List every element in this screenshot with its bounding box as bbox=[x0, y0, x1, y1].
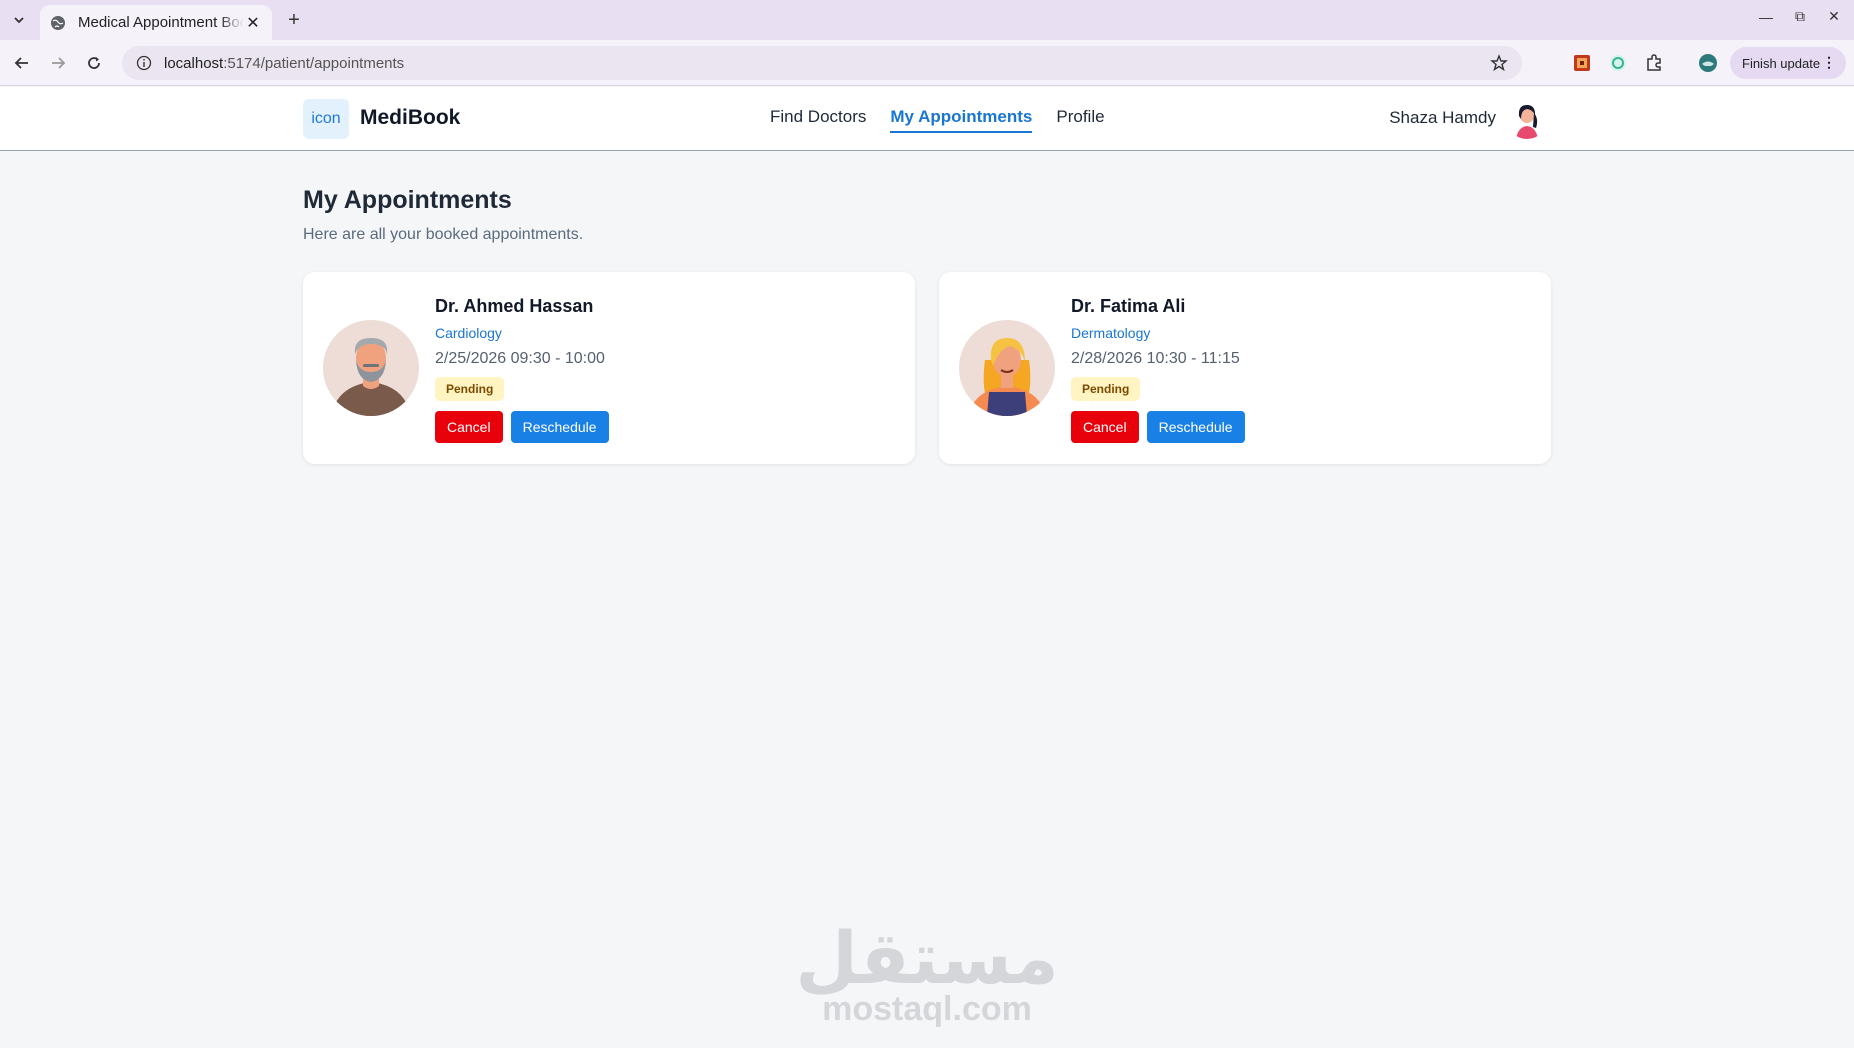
logo-icon[interactable]: icon bbox=[303, 99, 349, 139]
tab-title: Medical Appointment Booking bbox=[78, 14, 244, 31]
extension-icon[interactable] bbox=[1608, 53, 1628, 73]
nav-find-doctors[interactable]: Find Doctors bbox=[770, 107, 866, 133]
reschedule-button[interactable]: Reschedule bbox=[510, 411, 609, 443]
user-name: Shaza Hamdy bbox=[1389, 108, 1496, 127]
extension-icon[interactable] bbox=[1644, 53, 1664, 73]
nav-profile[interactable]: Profile bbox=[1056, 107, 1104, 133]
watermark: مستقل mostaql.com bbox=[0, 922, 1854, 1029]
user-menu[interactable]: Shaza Hamdy bbox=[1389, 97, 1548, 139]
cancel-button[interactable]: Cancel bbox=[1071, 411, 1139, 443]
doctor-photo bbox=[959, 320, 1055, 416]
doctor-specialty: Dermatology bbox=[1071, 325, 1151, 341]
close-icon[interactable]: ✕ bbox=[244, 13, 262, 33]
avatar[interactable] bbox=[1506, 97, 1548, 139]
menu-icon[interactable]: ⋮ bbox=[1822, 54, 1836, 71]
doctor-name: Dr. Fatima Ali bbox=[1071, 296, 1186, 316]
page-subtitle: Here are all your booked appointments. bbox=[303, 226, 584, 243]
app-header: icon MediBook Find Doctors My Appointmen… bbox=[0, 87, 1854, 151]
page-title: My Appointments bbox=[303, 186, 512, 214]
doctor-name: Dr. Ahmed Hassan bbox=[435, 296, 594, 316]
nav-my-appointments[interactable]: My Appointments bbox=[890, 107, 1033, 133]
watermark-arabic: مستقل bbox=[795, 916, 1059, 1000]
reload-icon[interactable] bbox=[82, 51, 106, 75]
finish-update-button[interactable]: Finish update ⋮ bbox=[1730, 47, 1846, 79]
appointment-card: Dr. Ahmed Hassan Cardiology 2/25/2026 09… bbox=[303, 272, 915, 464]
url-text: localhost:5174/patient/appointments bbox=[164, 54, 405, 72]
browser-tab-bar: Medical Appointment Booking ✕ + — ⧉ ✕ bbox=[0, 0, 1854, 40]
extension-icon[interactable] bbox=[1572, 53, 1592, 73]
watermark-latin: mostaql.com bbox=[822, 990, 1032, 1028]
back-icon[interactable] bbox=[10, 51, 34, 75]
browser-tab[interactable]: Medical Appointment Booking ✕ bbox=[40, 5, 272, 40]
reschedule-button[interactable]: Reschedule bbox=[1146, 411, 1245, 443]
forward-icon[interactable] bbox=[46, 51, 70, 75]
info-icon[interactable] bbox=[136, 55, 152, 71]
address-bar[interactable]: localhost:5174/patient/appointments bbox=[122, 46, 1522, 80]
minimize-icon[interactable]: — bbox=[1758, 9, 1774, 25]
star-icon[interactable] bbox=[1490, 54, 1508, 72]
appointment-datetime: 2/25/2026 09:30 - 10:00 bbox=[435, 350, 605, 367]
status-badge: Pending bbox=[1071, 377, 1141, 401]
new-tab-icon[interactable]: + bbox=[282, 8, 306, 32]
maximize-icon[interactable]: ⧉ bbox=[1792, 8, 1808, 25]
brand-name[interactable]: MediBook bbox=[360, 106, 460, 130]
doctor-specialty: Cardiology bbox=[435, 325, 502, 341]
tab-list-icon[interactable] bbox=[8, 9, 30, 31]
globe-icon bbox=[51, 15, 65, 30]
doctor-photo bbox=[323, 320, 419, 416]
appointment-card: Dr. Fatima Ali Dermatology 2/28/2026 10:… bbox=[939, 272, 1551, 464]
profile-icon[interactable] bbox=[1698, 53, 1718, 73]
window-close-icon[interactable]: ✕ bbox=[1826, 8, 1842, 25]
cancel-button[interactable]: Cancel bbox=[435, 411, 503, 443]
browser-toolbar: localhost:5174/patient/appointments Fini… bbox=[0, 40, 1854, 86]
main-nav: Find Doctors My Appointments Profile bbox=[770, 107, 1105, 133]
status-badge: Pending bbox=[435, 377, 505, 401]
appointment-datetime: 2/28/2026 10:30 - 11:15 bbox=[1071, 350, 1240, 367]
